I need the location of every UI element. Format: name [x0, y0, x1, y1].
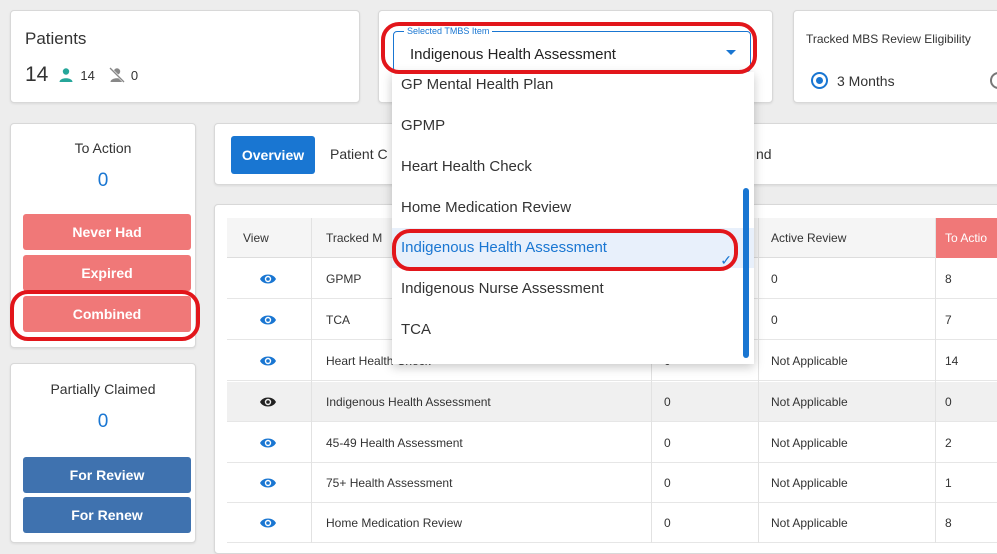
option-gp-mental-health-plan[interactable]: GP Mental Health Plan: [392, 72, 754, 105]
partially-claimed-count: 0: [97, 411, 109, 432]
table-row[interactable]: 75+ Health Assessment 0 Not Applicable 1: [227, 463, 997, 503]
eye-icon[interactable]: [259, 436, 277, 450]
column-divider: [311, 218, 312, 543]
patients-card: Patients 14 14 0: [10, 10, 360, 103]
eye-icon[interactable]: [259, 476, 277, 490]
option-indigenous-nurse-assessment[interactable]: Indigenous Nurse Assessment: [392, 269, 754, 309]
row-to-action: 1: [945, 476, 952, 490]
annotation-select-highlight: [381, 22, 757, 74]
row-to-action: 14: [945, 354, 959, 368]
tab-trend[interactable]: nd: [756, 146, 772, 162]
inactive-patient-icon: [108, 67, 125, 83]
inactive-patients-count: 0: [130, 67, 139, 83]
tmbs-dropdown-menu: GP Mental Health Plan GPMP Heart Health …: [392, 72, 754, 364]
row-active-review: Not Applicable: [771, 354, 848, 368]
row-claimed: 0: [664, 476, 671, 490]
eye-icon[interactable]: [259, 516, 277, 530]
annotation-option-highlight: [392, 229, 738, 271]
option-gpmp[interactable]: GPMP: [392, 106, 754, 146]
eye-icon[interactable]: [259, 313, 277, 327]
never-had-button[interactable]: Never Had: [23, 214, 191, 250]
row-to-action: 8: [945, 272, 952, 286]
row-to-action: 2: [945, 436, 952, 450]
row-item: GPMP: [326, 272, 362, 286]
row-claimed: 0: [664, 516, 671, 530]
annotation-combined-highlight: [10, 290, 200, 341]
patients-total: 14: [25, 63, 49, 86]
radio-3-months[interactable]: 3 Months: [811, 72, 895, 89]
tab-overview[interactable]: Overview: [231, 136, 315, 174]
radio-other-option[interactable]: [990, 72, 997, 89]
for-renew-button[interactable]: For Renew: [23, 497, 191, 533]
row-claimed: 0: [664, 395, 671, 409]
row-active-review: Not Applicable: [771, 516, 848, 530]
row-active-review: 0: [771, 272, 778, 286]
row-item: Home Medication Review: [326, 516, 463, 530]
col-to-action-header[interactable]: To Actio: [936, 218, 997, 258]
row-active-review: Not Applicable: [771, 436, 848, 450]
column-divider: [758, 218, 759, 543]
patients-stats: 14 14 0: [25, 63, 152, 87]
eye-icon[interactable]: [259, 354, 277, 368]
for-review-button[interactable]: For Review: [23, 457, 191, 493]
radio-unchecked-icon[interactable]: [990, 72, 997, 89]
table-row[interactable]: Home Medication Review 0 Not Applicable …: [227, 503, 997, 543]
row-active-review: 0: [771, 313, 778, 327]
option-home-medication-review[interactable]: Home Medication Review: [392, 188, 754, 228]
row-active-review: Not Applicable: [771, 476, 848, 490]
row-item: 45-49 Health Assessment: [326, 436, 463, 450]
row-claimed: 0: [664, 436, 671, 450]
row-item: TCA: [326, 313, 350, 327]
patients-title: Patients: [25, 29, 87, 48]
radio-checked-icon[interactable]: [811, 72, 828, 89]
to-action-count: 0: [97, 170, 109, 191]
partially-claimed-title: Partially Claimed: [50, 381, 156, 397]
active-patients-count: 14: [80, 67, 95, 83]
tracked-review-title: Tracked MBS Review Eligibility: [806, 32, 971, 46]
tab-patient[interactable]: Patient C: [330, 146, 388, 162]
tracked-review-card: Tracked MBS Review Eligibility 3 Months: [793, 10, 997, 103]
table-row-selected[interactable]: Indigenous Health Assessment 0 Not Appli…: [227, 382, 997, 422]
table-row[interactable]: 45-49 Health Assessment 0 Not Applicable…: [227, 423, 997, 463]
row-to-action: 7: [945, 313, 952, 327]
row-item: Indigenous Health Assessment: [326, 395, 491, 409]
column-divider: [935, 218, 936, 543]
to-action-title: To Action: [74, 140, 132, 156]
expired-button[interactable]: Expired: [23, 255, 191, 291]
row-to-action: 8: [945, 516, 952, 530]
option-tca[interactable]: TCA: [392, 310, 754, 350]
eye-icon[interactable]: [259, 395, 277, 409]
row-to-action: 0: [945, 395, 952, 409]
dropdown-scrollbar[interactable]: [743, 188, 749, 358]
row-item: 75+ Health Assessment: [326, 476, 453, 490]
row-active-review: Not Applicable: [771, 395, 848, 409]
col-active-review-header[interactable]: Active Review: [771, 218, 846, 258]
col-view-header: View: [243, 231, 269, 245]
col-tracked-header[interactable]: Tracked M: [326, 218, 382, 258]
partially-claimed-card: Partially Claimed 0 For Review For Renew: [10, 363, 196, 543]
eye-icon[interactable]: [259, 272, 277, 286]
option-heart-health-check[interactable]: Heart Health Check: [392, 147, 754, 187]
active-patient-icon: [58, 67, 74, 83]
radio-3-months-label: 3 Months: [837, 72, 895, 89]
